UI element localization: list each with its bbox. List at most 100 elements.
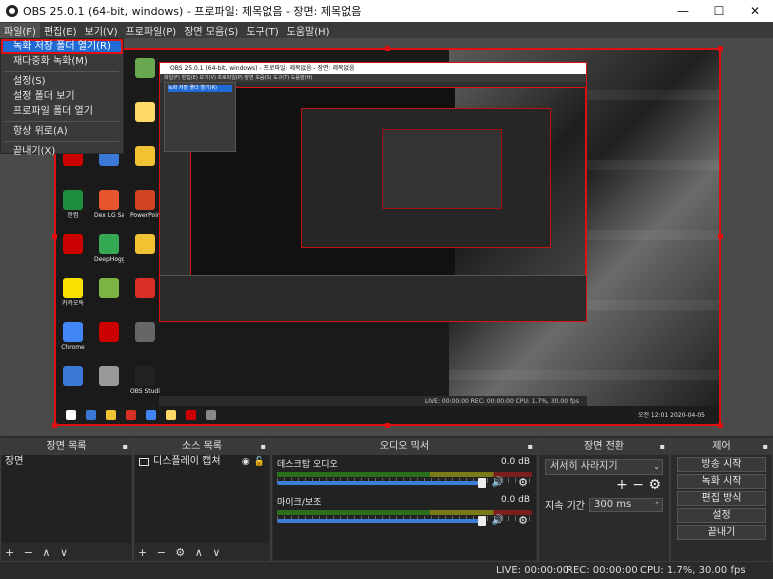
dock-area: 장면 목록 ▪ 장면 + − ∧ ∨ 소스 목록 ▪ 디스플레이 캡쳐 ◉ 🔓 + … (0, 438, 773, 562)
maximize-button[interactable]: ☐ (701, 0, 737, 22)
volume-slider-knob[interactable] (478, 516, 486, 526)
desktop-icon: Chrome (58, 320, 88, 360)
volume-slider[interactable] (277, 478, 486, 488)
nested-inner-preview (301, 108, 551, 248)
speaker-icon[interactable]: 🔊 (492, 515, 504, 526)
desktop-icon: DeepHogger (94, 232, 124, 272)
menu-open-recordings-folder[interactable]: 녹화 저장 폴더 열기(R) (1, 39, 123, 54)
transitions-dock: 장면 전환 ▪ 서서히 사라지기 ⌄ + − ⚙ 지속 기간 300 ms ⌃ (538, 438, 670, 562)
app-icon (63, 190, 83, 210)
desktop-icon (130, 276, 160, 316)
source-label: 디스플레이 캡쳐 (153, 456, 221, 467)
gear-icon[interactable]: ⚙ (518, 514, 528, 527)
menu-show-settings-folder[interactable]: 설정 폴더 보기 (1, 89, 123, 104)
app-icon (135, 234, 155, 254)
duration-row: 지속 기간 300 ms ⌃ (545, 497, 663, 512)
channel-db: 0.0 dB (500, 495, 530, 505)
menu-exit[interactable]: 끝내기(X) (1, 144, 123, 159)
desktop-icon-label: 한컴 (67, 212, 79, 219)
dock-pin-icon[interactable]: ▪ (123, 439, 128, 455)
sources-dock-title: 소스 목록 (182, 441, 222, 452)
controls-dock: 제어 ▪ 방송 시작 녹화 시작 편집 방식 설정 끝내기 (670, 438, 773, 562)
start-streaming-button[interactable]: 방송 시작 (677, 457, 766, 472)
live-status: LIVE: 00:00:00 (496, 565, 570, 576)
cpu-status: CPU: 1.7%, 30.00 fps (640, 565, 746, 576)
menu-tools[interactable]: 도구(T) (242, 23, 282, 38)
app-icon (63, 366, 83, 386)
menu-file[interactable]: 파일(F) (0, 22, 40, 38)
menu-show-profile-folder[interactable]: 프로파일 폴더 열기 (1, 104, 123, 119)
app-icon (63, 278, 83, 298)
menu-always-on-top[interactable]: 항상 위로(A) (1, 124, 123, 139)
obs-logo-icon (6, 5, 18, 17)
app-icon (135, 322, 155, 342)
chevron-down-icon: ⌄ (653, 462, 660, 471)
volume-slider-knob[interactable] (478, 478, 486, 488)
desktop-icon (130, 100, 160, 140)
scenes-list[interactable]: 장면 (2, 455, 131, 543)
source-item[interactable]: 디스플레이 캡쳐 ◉ 🔓 (135, 455, 269, 469)
channel-db: 0.0 dB (500, 457, 530, 467)
stepper-icon[interactable]: ⌃ (654, 499, 660, 511)
desktop-icon: 한컴 (58, 188, 88, 228)
menu-view[interactable]: 보기(V) (81, 23, 122, 38)
nested-canvas (190, 87, 586, 277)
scenes-dock-title: 장면 목록 (46, 441, 87, 452)
duration-label: 지속 기간 (545, 501, 585, 512)
sources-list[interactable]: 디스플레이 캡쳐 ◉ 🔓 (135, 455, 269, 543)
menu-bar: 파일(F) 편집(E) 보기(V) 프로파일(P) 장면 모음(S) 도구(T)… (0, 22, 773, 38)
app-icon (135, 278, 155, 298)
desktop-icon: 카카오톡 (58, 276, 88, 316)
menu-settings[interactable]: 설정(S) (1, 74, 123, 89)
transition-controls[interactable]: + − ⚙ (539, 477, 669, 493)
nested-dropdown: 녹화 저장 폴더 열기(R) (164, 82, 236, 152)
desktop-icon (58, 232, 88, 272)
desktop-icon (130, 232, 160, 272)
app-icon (135, 366, 155, 386)
transition-select[interactable]: 서서히 사라지기 ⌄ (545, 459, 663, 475)
captured-taskbar: 오전 12:01 2020-04-05 (56, 406, 719, 424)
volume-slider[interactable] (277, 516, 486, 526)
title-bar: OBS 25.0.1 (64-bit, windows) - 프로파일: 제목없… (0, 0, 773, 22)
desktop-icon (94, 276, 124, 316)
close-button[interactable]: ✕ (737, 0, 773, 22)
minimize-button[interactable]: — (665, 0, 701, 22)
dock-pin-icon[interactable]: ▪ (660, 439, 665, 455)
speaker-icon[interactable]: 🔊 (492, 477, 504, 488)
rec-status: REC: 00:00:00 (566, 565, 638, 576)
menu-help[interactable]: 도움말(H) (283, 23, 334, 38)
lock-icon[interactable]: 🔓 (254, 455, 265, 469)
gear-icon[interactable]: ⚙ (518, 476, 528, 489)
dock-pin-icon[interactable]: ▪ (528, 439, 533, 455)
settings-button[interactable]: 설정 (677, 508, 766, 523)
scenes-toolbar[interactable]: + − ∧ ∨ (5, 546, 71, 559)
nested-menu: 파일(F) 편집(E) 보기(V) 프로파일(P) 장면 모음(S) 도구(T)… (160, 74, 586, 82)
visibility-eye-icon[interactable]: ◉ (242, 455, 250, 469)
sources-toolbar[interactable]: + − ⚙ ∧ ∨ (138, 546, 223, 559)
channel-name: 마이크/보조 (277, 498, 322, 508)
desktop-icon (94, 320, 124, 360)
dock-pin-icon[interactable]: ▪ (261, 439, 266, 455)
menu-profile[interactable]: 프로파일(P) (122, 23, 181, 38)
app-icon (99, 234, 119, 254)
exit-button[interactable]: 끝내기 (677, 525, 766, 540)
scene-item[interactable]: 장면 (2, 455, 131, 469)
scenes-dock: 장면 목록 ▪ 장면 + − ∧ ∨ (0, 438, 133, 562)
studio-mode-button[interactable]: 편집 방식 (677, 491, 766, 506)
app-icon (99, 278, 119, 298)
start-recording-button[interactable]: 녹화 시작 (677, 474, 766, 489)
transitions-dock-title: 장면 전환 (584, 441, 624, 452)
mixer-channel-desktop: 데스크탑 오디오 0.0 dB 🔊 ⚙ (273, 455, 536, 493)
dock-pin-icon[interactable]: ▪ (763, 439, 768, 455)
nested-docks (160, 275, 586, 321)
menu-remux-recordings[interactable]: 재다중화 녹화(M) (1, 54, 123, 69)
app-icon (63, 234, 83, 254)
nested-obs-screenshot: OBS 25.0.1 (64-bit, windows) - 프로파일: 제목없… (159, 62, 587, 322)
menu-edit[interactable]: 편집(E) (40, 23, 81, 38)
desktop-icon: Dex LG Samsung DeX (94, 188, 124, 228)
duration-input[interactable]: 300 ms ⌃ (588, 497, 663, 512)
menu-scene-collection[interactable]: 장면 모음(S) (180, 23, 242, 38)
taskbar-clock: 오전 12:01 2020-04-05 (637, 411, 705, 419)
desktop-icon (130, 320, 160, 360)
preview-canvas[interactable]: Google Slides한컴Dex LG Samsung DeXPowerPo… (54, 48, 721, 426)
